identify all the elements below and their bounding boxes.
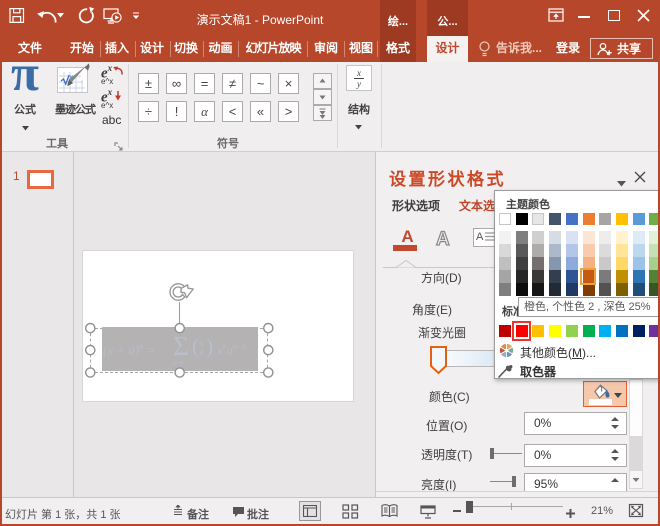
svg-text:A: A — [436, 229, 450, 249]
